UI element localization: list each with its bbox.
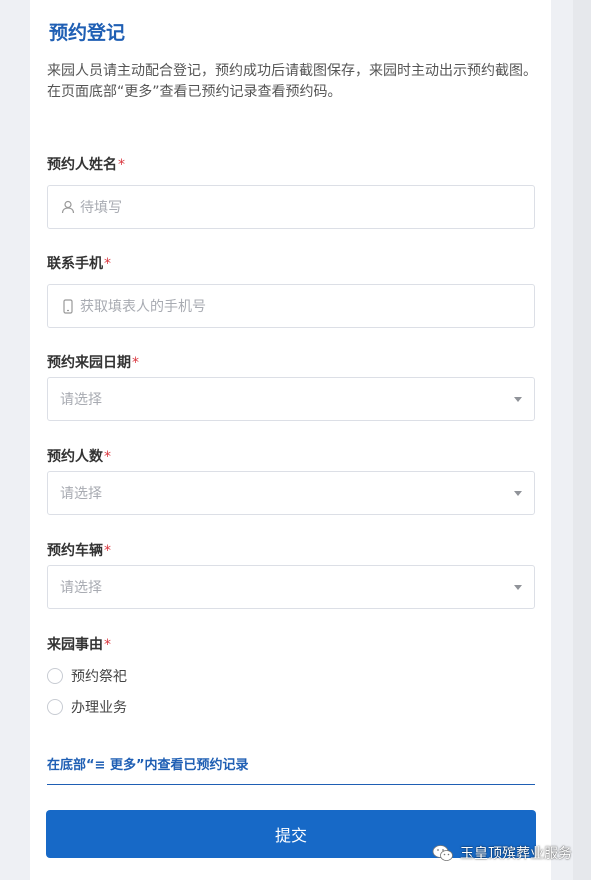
page-title: 预约登记 bbox=[49, 22, 126, 44]
caret-down-icon bbox=[514, 397, 522, 402]
phone-label: 联系手机* bbox=[47, 256, 111, 272]
page-edge bbox=[573, 0, 591, 880]
watermark: 玉皇顶殡葬业服务 bbox=[432, 843, 572, 863]
view-records-link[interactable]: 在底部“≡ 更多”内查看已预约记录 bbox=[47, 758, 249, 773]
name-label: 预约人姓名* bbox=[47, 157, 125, 173]
phone-placeholder: 获取填表人的手机号 bbox=[80, 299, 206, 315]
caret-down-icon bbox=[514, 585, 522, 590]
phone-input[interactable]: 获取填表人的手机号 bbox=[47, 284, 535, 328]
caret-down-icon bbox=[514, 491, 522, 496]
wechat-icon bbox=[432, 844, 454, 862]
required-mark: * bbox=[132, 355, 139, 371]
required-mark: * bbox=[104, 256, 111, 272]
watermark-text: 玉皇顶殡葬业服务 bbox=[460, 846, 572, 862]
records-link-row: 在底部“≡ 更多”内查看已预约记录 bbox=[47, 754, 535, 785]
date-select[interactable]: 请选择 bbox=[47, 377, 535, 421]
count-label: 预约人数* bbox=[47, 449, 111, 465]
vehicle-select[interactable]: 请选择 bbox=[47, 565, 535, 609]
form-card bbox=[30, 0, 551, 880]
required-mark: * bbox=[104, 543, 111, 559]
phone-icon bbox=[60, 298, 76, 314]
count-select[interactable]: 请选择 bbox=[47, 471, 535, 515]
required-mark: * bbox=[104, 449, 111, 465]
date-placeholder: 请选择 bbox=[60, 392, 102, 408]
vehicle-label: 预约车辆* bbox=[47, 543, 111, 559]
reason-option-worship[interactable]: 预约祭祀 bbox=[47, 666, 127, 686]
reason-option-label: 办理业务 bbox=[71, 700, 127, 716]
radio-button[interactable] bbox=[47, 699, 63, 715]
intro-line-1: 来园人员请主动配合登记，预约成功后请截图保存，来园时主动出示预约截图。 bbox=[47, 63, 537, 79]
reason-label: 来园事由* bbox=[47, 637, 111, 653]
name-placeholder: 待填写 bbox=[80, 200, 122, 216]
count-placeholder: 请选择 bbox=[60, 486, 102, 502]
required-mark: * bbox=[118, 157, 125, 173]
reason-option-business[interactable]: 办理业务 bbox=[47, 697, 127, 717]
required-mark: * bbox=[104, 637, 111, 653]
intro-line-2: 在页面底部“更多”查看已预约记录查看预约码。 bbox=[47, 84, 342, 100]
reason-option-label: 预约祭祀 bbox=[71, 669, 127, 685]
vehicle-placeholder: 请选择 bbox=[60, 580, 102, 596]
date-label: 预约来园日期* bbox=[47, 355, 139, 371]
radio-button[interactable] bbox=[47, 668, 63, 684]
user-icon bbox=[60, 199, 76, 215]
form-intro: 来园人员请主动配合登记，预约成功后请截图保存，来园时主动出示预约截图。 在页面底… bbox=[47, 61, 537, 103]
name-input[interactable]: 待填写 bbox=[47, 185, 535, 229]
